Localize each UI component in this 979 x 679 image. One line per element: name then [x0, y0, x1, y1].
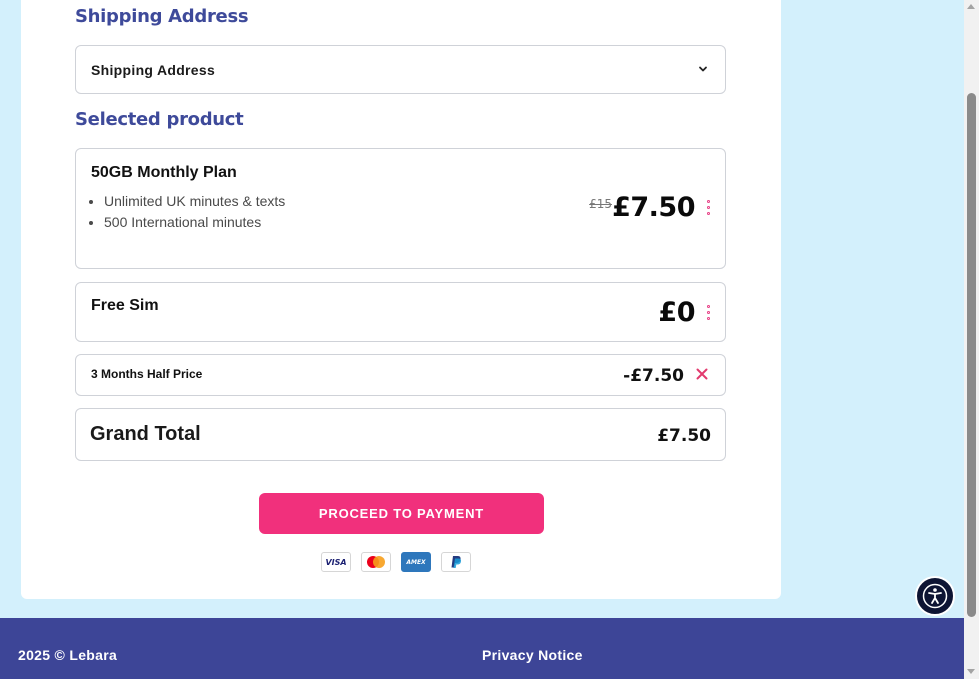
shipping-address-heading: Shipping Address — [75, 6, 249, 27]
more-vertical-icon[interactable] — [707, 200, 711, 218]
footer: 2025 © Lebara Privacy Notice — [0, 618, 964, 679]
scroll-down-arrow[interactable] — [967, 669, 975, 674]
sim-price: £0 — [658, 297, 695, 328]
footer-copyright: 2025 © Lebara — [18, 647, 118, 663]
mastercard-icon — [361, 552, 391, 572]
grand-total-price: £7.50 — [657, 426, 711, 446]
promo-name: 3 Months Half Price — [91, 367, 203, 381]
promo-card: 3 Months Half Price -£7.50 — [75, 354, 726, 396]
grand-total-card: Grand Total £7.50 — [75, 408, 726, 461]
plan-feature: 500 International minutes — [104, 212, 285, 233]
paypal-icon — [441, 552, 471, 572]
shipping-address-select-value: Shipping Address — [91, 62, 216, 78]
privacy-notice-link[interactable]: Privacy Notice — [482, 647, 583, 663]
plan-features: Unlimited UK minutes & texts 500 Interna… — [86, 191, 285, 233]
scroll-thumb[interactable] — [967, 93, 976, 617]
selected-product-heading: Selected product — [75, 109, 244, 130]
sim-card: Free Sim £0 — [75, 282, 726, 342]
accessibility-icon — [922, 583, 948, 609]
amex-icon: AMEX — [401, 552, 431, 572]
sim-name: Free Sim — [91, 297, 159, 314]
plan-feature: Unlimited UK minutes & texts — [104, 191, 285, 212]
plan-old-price: £15 — [589, 197, 612, 211]
plan-price: £7.50 — [612, 192, 695, 223]
promo-price: -£7.50 — [623, 366, 684, 386]
close-icon[interactable] — [695, 367, 709, 381]
scrollbar[interactable] — [964, 0, 979, 679]
visa-icon: VISA — [321, 552, 351, 572]
accessibility-button[interactable] — [915, 576, 955, 616]
grand-total-label: Grand Total — [90, 423, 201, 445]
checkout-card: Shipping Address Shipping Address Select… — [21, 0, 781, 599]
shipping-address-select[interactable]: Shipping Address — [75, 45, 726, 94]
chevron-down-icon — [699, 66, 707, 72]
scroll-up-arrow[interactable] — [967, 4, 975, 9]
plan-card: 50GB Monthly Plan Unlimited UK minutes &… — [75, 148, 726, 269]
more-vertical-icon[interactable] — [707, 305, 711, 323]
plan-name: 50GB Monthly Plan — [91, 164, 237, 181]
payment-methods: VISA AMEX — [321, 552, 471, 572]
proceed-to-payment-button[interactable]: PROCEED TO PAYMENT — [259, 493, 544, 534]
